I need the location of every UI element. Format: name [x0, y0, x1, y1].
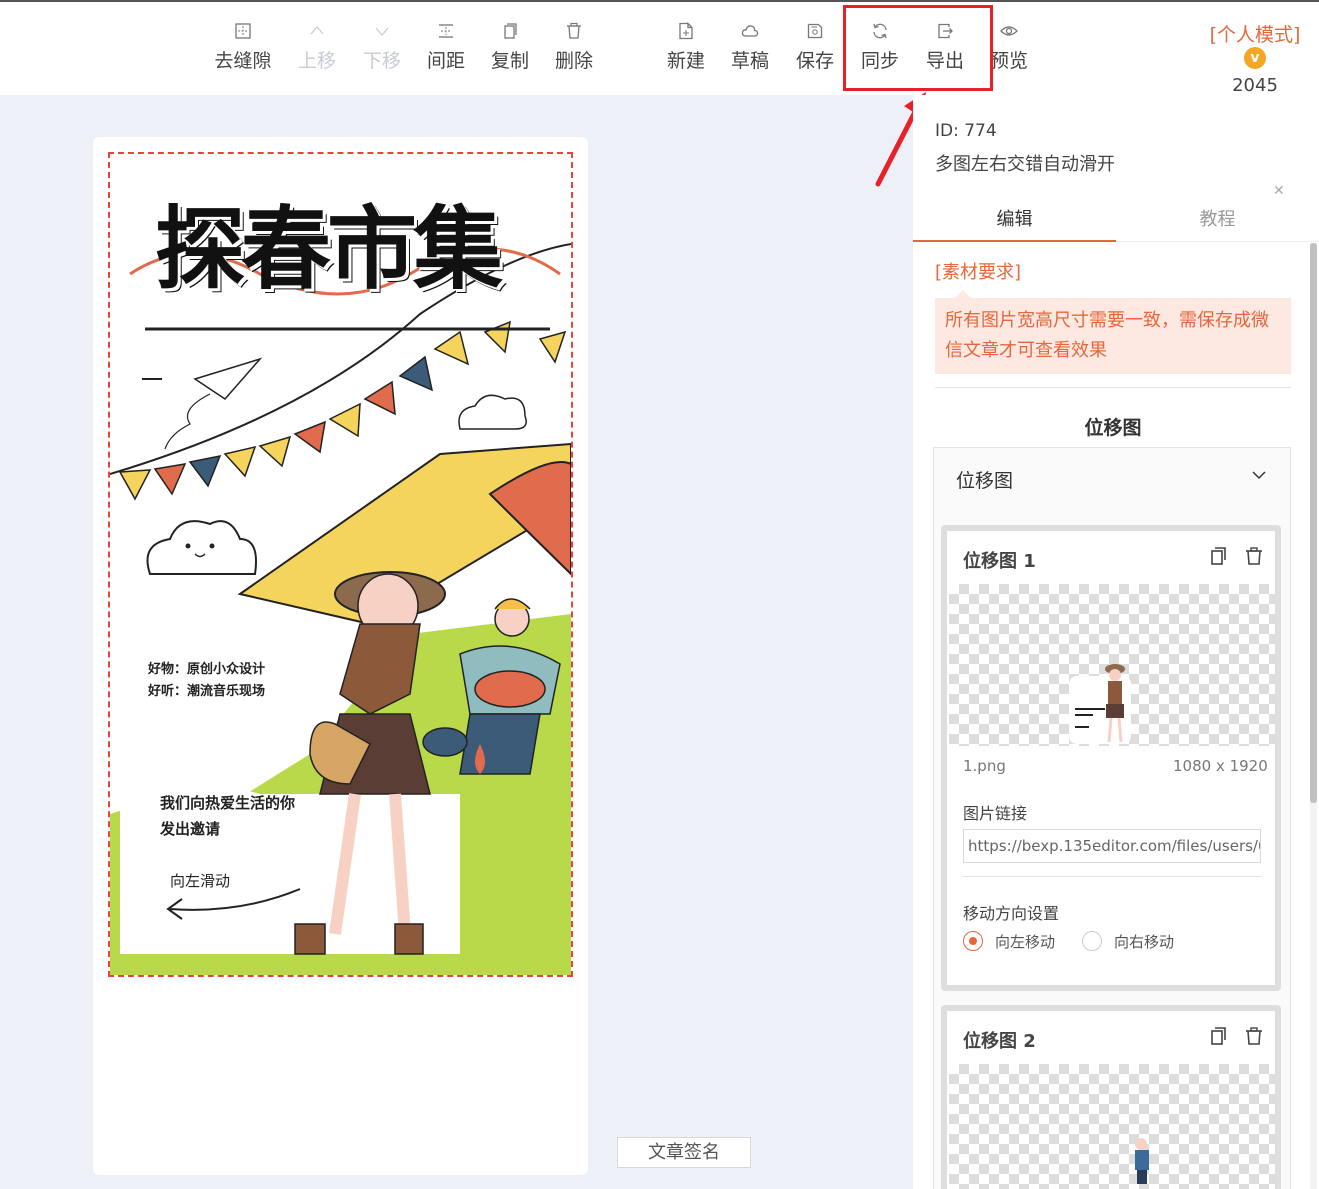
poster-invite-1: 我们向热爱生活的你: [160, 794, 296, 812]
thumbnail-guy-image: [1135, 1138, 1149, 1184]
save-label: 保存: [795, 50, 834, 72]
top-toolbar: 去缝隙 上移 下移 间距 复制 删除 新建 草稿 保存 同步 导出 预览 [个人…: [0, 0, 1319, 96]
copy-icon: [480, 22, 540, 46]
new-file-icon: [656, 21, 716, 46]
signature-button[interactable]: 文章签名: [617, 1137, 751, 1168]
panel-scrollbar[interactable]: [1310, 243, 1317, 1189]
poster-preview[interactable]: 探春市集 好物：原创小众设计 好听：潮流音乐现场 我们向热爱生活的你 发出邀请 …: [108, 152, 573, 977]
mode-label: [个人模式]: [1209, 24, 1301, 46]
requirements-text: 所有图片宽高尺寸需要一致，需保存成微信文章才可查看效果: [935, 290, 1291, 374]
save-icon: [785, 22, 845, 46]
trash-icon[interactable]: [1244, 546, 1264, 566]
requirements-title: [素材要求]: [935, 262, 1022, 283]
divider: [935, 387, 1291, 388]
chevron-down-icon: [1252, 471, 1266, 480]
copy-button[interactable]: 复制: [480, 22, 540, 76]
spacing-label: 间距: [426, 50, 465, 72]
radio-move-right[interactable]: 向右移动: [1082, 929, 1182, 953]
cloud-icon: [720, 22, 780, 46]
item-title: 位移图 2: [963, 1031, 1036, 1052]
draft-label: 草稿: [730, 50, 769, 72]
move-down-label: 下移: [362, 50, 401, 72]
item-title: 位移图 1: [963, 551, 1036, 572]
trash-icon: [544, 22, 604, 46]
delete-label: 删除: [554, 50, 593, 72]
personal-mode[interactable]: [个人模式]v 2045: [1200, 20, 1310, 96]
move-up-label: 上移: [297, 50, 336, 72]
image-dimensions: 1080 x 1920: [1173, 757, 1268, 775]
copy-label: 复制: [490, 50, 529, 72]
radio-label: 向右移动: [1114, 933, 1175, 951]
divider: [963, 876, 1261, 877]
poster-swipe-hint: 向左滑动: [170, 872, 231, 890]
poster-invite-2: 发出邀请: [160, 820, 221, 838]
accordion-label: 位移图: [956, 470, 1014, 492]
image-thumbnail[interactable]: [949, 1064, 1275, 1189]
tab-tutorial[interactable]: 教程: [1116, 200, 1319, 242]
delete-button[interactable]: 删除: [544, 22, 604, 76]
link-label: 图片链接: [963, 804, 1028, 823]
template-name: 多图左右交错自动滑开: [935, 154, 1115, 175]
thumbnail-girl-image: [1069, 664, 1131, 744]
save-button[interactable]: 保存: [785, 22, 845, 76]
scrollbar-thumb[interactable]: [1310, 243, 1317, 803]
trash-icon[interactable]: [1244, 1026, 1264, 1046]
radio-label: 向左移动: [995, 933, 1056, 951]
poster-title: 探春市集: [155, 197, 503, 302]
copy-icon[interactable]: [1209, 1026, 1229, 1046]
displacement-accordion: 位移图 位移图 1 1.png 1080 x 1920 图片链接 https:/…: [933, 447, 1291, 1189]
gap-remove-icon: [213, 22, 273, 46]
direction-label: 移动方向设置: [963, 904, 1060, 923]
template-id: ID: 774: [935, 121, 997, 141]
image-item-card: 位移图 2: [941, 1005, 1281, 1189]
radio-circle: [963, 931, 983, 951]
radio-move-left[interactable]: 向左移动: [963, 929, 1063, 953]
section-title: 位移图: [1084, 417, 1142, 439]
poster-line-music: 好听：潮流音乐现场: [148, 684, 266, 699]
remove-gap-button[interactable]: 去缝隙: [213, 22, 273, 76]
right-panel: ID: 774 多图左右交错自动滑开 ✕ 编辑 教程 [素材要求] 所有图片宽高…: [913, 95, 1319, 1189]
image-thumbnail[interactable]: [949, 584, 1275, 746]
copy-icon[interactable]: [1209, 546, 1229, 566]
annotation-highlight-box: [843, 5, 993, 91]
image-item-card: 位移图 1 1.png 1080 x 1920 图片链接 https://bex…: [941, 525, 1281, 991]
tools-icon[interactable]: ✕: [1273, 183, 1285, 199]
chevron-up-icon: [287, 22, 347, 46]
radio-circle: [1082, 931, 1102, 951]
chevron-down-icon: [352, 22, 412, 46]
spacing-icon: [416, 22, 476, 46]
draft-button[interactable]: 草稿: [720, 22, 780, 76]
tab-edit[interactable]: 编辑: [913, 200, 1116, 242]
remove-gap-label: 去缝隙: [214, 50, 272, 72]
accordion-header[interactable]: 位移图: [934, 448, 1290, 508]
move-down-button[interactable]: 下移: [352, 22, 412, 76]
image-link-input[interactable]: https://bexp.135editor.com/files/users/0…: [963, 829, 1261, 863]
vip-badge-icon: v: [1244, 47, 1266, 69]
poster-line-goods: 好物：原创小众设计: [148, 662, 266, 677]
mode-number: 2045: [1232, 75, 1278, 96]
file-name: 1.png: [963, 757, 1006, 775]
new-label: 新建: [666, 50, 705, 72]
move-up-button[interactable]: 上移: [287, 22, 347, 76]
panel-tabs: 编辑 教程: [913, 200, 1319, 242]
spacing-button[interactable]: 间距: [416, 22, 476, 76]
new-button[interactable]: 新建: [656, 21, 716, 76]
